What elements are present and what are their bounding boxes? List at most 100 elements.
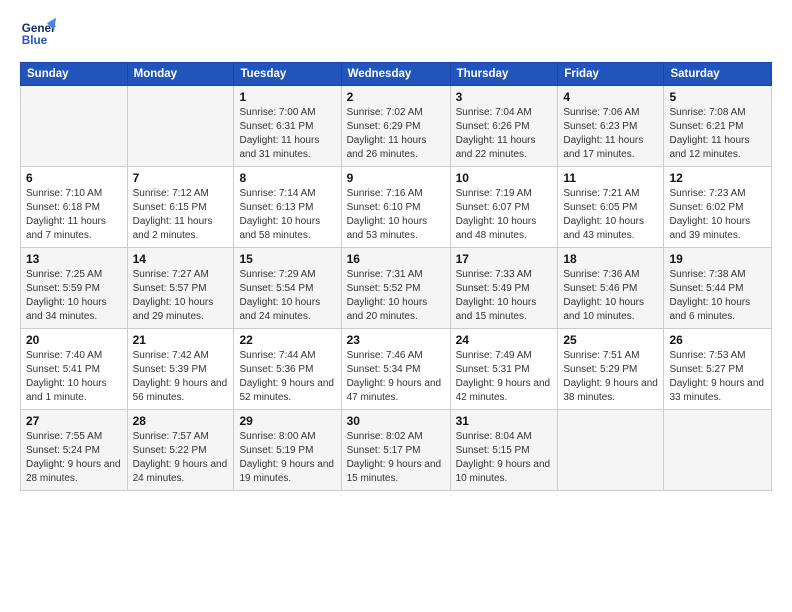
day-number: 11 [563, 171, 658, 185]
calendar-cell [21, 86, 128, 167]
week-row-1: 1 Sunrise: 7:00 AM Sunset: 6:31 PM Daylig… [21, 86, 772, 167]
day-info: Sunrise: 7:31 AM Sunset: 5:52 PM Dayligh… [347, 268, 445, 324]
day-info: Sunrise: 7:19 AM Sunset: 6:07 PM Dayligh… [456, 187, 553, 243]
logo-icon: General Blue [20, 16, 56, 52]
day-info: Sunrise: 7:04 AM Sunset: 6:26 PM Dayligh… [456, 106, 553, 162]
week-row-2: 6 Sunrise: 7:10 AM Sunset: 6:18 PM Daylig… [21, 167, 772, 248]
calendar-cell: 28 Sunrise: 7:57 AM Sunset: 5:22 PM Dayli… [127, 410, 234, 491]
week-row-5: 27Sunrise: 7:55 AM Sunset: 5:24 PM Dayli… [21, 410, 772, 491]
calendar-cell: 21 Sunrise: 7:42 AM Sunset: 5:39 PM Dayli… [127, 329, 234, 410]
day-number: 9 [347, 171, 445, 185]
day-number: 29 [239, 414, 335, 428]
day-number: 10 [456, 171, 553, 185]
day-info: Sunrise: 7:25 AM Sunset: 5:59 PM Dayligh… [26, 268, 122, 324]
day-info: Sunrise: 7:36 AM Sunset: 5:46 PM Dayligh… [563, 268, 658, 324]
calendar-cell: 22Sunrise: 7:44 AM Sunset: 5:36 PM Dayli… [234, 329, 341, 410]
day-info: Sunrise: 8:00 AM Sunset: 5:19 PM Dayligh… [239, 430, 335, 486]
calendar-cell: 15 Sunrise: 7:29 AM Sunset: 5:54 PM Dayli… [234, 248, 341, 329]
day-info: Sunrise: 7:42 AM Sunset: 5:39 PM Dayligh… [133, 349, 229, 405]
svg-text:Blue: Blue [22, 34, 48, 47]
calendar-cell: 13 Sunrise: 7:25 AM Sunset: 5:59 PM Dayli… [21, 248, 128, 329]
day-number: 30 [347, 414, 445, 428]
calendar-cell: 8Sunrise: 7:14 AM Sunset: 6:13 PM Daylig… [234, 167, 341, 248]
calendar-cell: 29 Sunrise: 8:00 AM Sunset: 5:19 PM Dayli… [234, 410, 341, 491]
day-number: 31 [456, 414, 553, 428]
header-friday: Friday [558, 63, 664, 86]
day-number: 21 [133, 333, 229, 347]
calendar-cell: 6 Sunrise: 7:10 AM Sunset: 6:18 PM Daylig… [21, 167, 128, 248]
day-info: Sunrise: 7:16 AM Sunset: 6:10 PM Dayligh… [347, 187, 445, 243]
header: General Blue [20, 16, 772, 52]
day-number: 1 [239, 90, 335, 104]
calendar-cell: 5Sunrise: 7:08 AM Sunset: 6:21 PM Daylig… [664, 86, 772, 167]
day-info: Sunrise: 7:12 AM Sunset: 6:15 PM Dayligh… [133, 187, 229, 243]
calendar-cell: 20 Sunrise: 7:40 AM Sunset: 5:41 PM Dayli… [21, 329, 128, 410]
day-info: Sunrise: 7:10 AM Sunset: 6:18 PM Dayligh… [26, 187, 122, 243]
calendar-cell: 16 Sunrise: 7:31 AM Sunset: 5:52 PM Dayli… [341, 248, 450, 329]
calendar-cell: 7 Sunrise: 7:12 AM Sunset: 6:15 PM Daylig… [127, 167, 234, 248]
calendar-cell: 2Sunrise: 7:02 AM Sunset: 6:29 PM Daylig… [341, 86, 450, 167]
calendar-cell: 24 Sunrise: 7:49 AM Sunset: 5:31 PM Dayli… [450, 329, 558, 410]
day-number: 2 [347, 90, 445, 104]
calendar-cell: 18Sunrise: 7:36 AM Sunset: 5:46 PM Dayli… [558, 248, 664, 329]
day-number: 4 [563, 90, 658, 104]
day-number: 26 [669, 333, 766, 347]
header-wednesday: Wednesday [341, 63, 450, 86]
calendar-cell [664, 410, 772, 491]
day-number: 6 [26, 171, 122, 185]
day-info: Sunrise: 7:51 AM Sunset: 5:29 PM Dayligh… [563, 349, 658, 405]
calendar-cell [127, 86, 234, 167]
header-sunday: Sunday [21, 63, 128, 86]
calendar-cell: 19 Sunrise: 7:38 AM Sunset: 5:44 PM Dayli… [664, 248, 772, 329]
day-number: 20 [26, 333, 122, 347]
day-info: Sunrise: 7:29 AM Sunset: 5:54 PM Dayligh… [239, 268, 335, 324]
calendar-cell: 17 Sunrise: 7:33 AM Sunset: 5:49 PM Dayli… [450, 248, 558, 329]
calendar-cell: 10 Sunrise: 7:19 AM Sunset: 6:07 PM Dayli… [450, 167, 558, 248]
calendar-table: SundayMondayTuesdayWednesdayThursdayFrid… [20, 62, 772, 491]
calendar-cell: 26 Sunrise: 7:53 AM Sunset: 5:27 PM Dayli… [664, 329, 772, 410]
day-info: Sunrise: 7:46 AM Sunset: 5:34 PM Dayligh… [347, 349, 445, 405]
day-number: 19 [669, 252, 766, 266]
calendar-cell: 1 Sunrise: 7:00 AM Sunset: 6:31 PM Daylig… [234, 86, 341, 167]
day-info: Sunrise: 7:33 AM Sunset: 5:49 PM Dayligh… [456, 268, 553, 324]
day-info: Sunrise: 7:23 AM Sunset: 6:02 PM Dayligh… [669, 187, 766, 243]
calendar-cell: 30 Sunrise: 8:02 AM Sunset: 5:17 PM Dayli… [341, 410, 450, 491]
calendar-cell: 9 Sunrise: 7:16 AM Sunset: 6:10 PM Daylig… [341, 167, 450, 248]
day-number: 25 [563, 333, 658, 347]
day-number: 27 [26, 414, 122, 428]
day-number: 23 [347, 333, 445, 347]
page: General Blue SundayMondayTuesdayWednesda… [0, 0, 792, 612]
day-number: 24 [456, 333, 553, 347]
calendar-cell: 27Sunrise: 7:55 AM Sunset: 5:24 PM Dayli… [21, 410, 128, 491]
day-info: Sunrise: 7:21 AM Sunset: 6:05 PM Dayligh… [563, 187, 658, 243]
day-number: 12 [669, 171, 766, 185]
week-row-3: 13 Sunrise: 7:25 AM Sunset: 5:59 PM Dayli… [21, 248, 772, 329]
day-info: Sunrise: 8:02 AM Sunset: 5:17 PM Dayligh… [347, 430, 445, 486]
day-info: Sunrise: 7:49 AM Sunset: 5:31 PM Dayligh… [456, 349, 553, 405]
day-number: 28 [133, 414, 229, 428]
day-number: 15 [239, 252, 335, 266]
calendar-cell: 14Sunrise: 7:27 AM Sunset: 5:57 PM Dayli… [127, 248, 234, 329]
day-info: Sunrise: 8:04 AM Sunset: 5:15 PM Dayligh… [456, 430, 553, 486]
calendar-cell: 4Sunrise: 7:06 AM Sunset: 6:23 PM Daylig… [558, 86, 664, 167]
day-number: 13 [26, 252, 122, 266]
day-info: Sunrise: 7:40 AM Sunset: 5:41 PM Dayligh… [26, 349, 122, 405]
calendar-cell: 11 Sunrise: 7:21 AM Sunset: 6:05 PM Dayli… [558, 167, 664, 248]
day-info: Sunrise: 7:27 AM Sunset: 5:57 PM Dayligh… [133, 268, 229, 324]
calendar-cell: 31 Sunrise: 8:04 AM Sunset: 5:15 PM Dayli… [450, 410, 558, 491]
calendar-cell: 25 Sunrise: 7:51 AM Sunset: 5:29 PM Dayli… [558, 329, 664, 410]
calendar-cell [558, 410, 664, 491]
header-tuesday: Tuesday [234, 63, 341, 86]
day-number: 7 [133, 171, 229, 185]
day-number: 17 [456, 252, 553, 266]
day-info: Sunrise: 7:57 AM Sunset: 5:22 PM Dayligh… [133, 430, 229, 486]
day-info: Sunrise: 7:53 AM Sunset: 5:27 PM Dayligh… [669, 349, 766, 405]
week-row-4: 20 Sunrise: 7:40 AM Sunset: 5:41 PM Dayli… [21, 329, 772, 410]
calendar-header-row: SundayMondayTuesdayWednesdayThursdayFrid… [21, 63, 772, 86]
day-info: Sunrise: 7:14 AM Sunset: 6:13 PM Dayligh… [239, 187, 335, 243]
day-info: Sunrise: 7:00 AM Sunset: 6:31 PM Dayligh… [239, 106, 335, 162]
calendar-cell: 3Sunrise: 7:04 AM Sunset: 6:26 PM Daylig… [450, 86, 558, 167]
day-info: Sunrise: 7:38 AM Sunset: 5:44 PM Dayligh… [669, 268, 766, 324]
header-saturday: Saturday [664, 63, 772, 86]
day-number: 16 [347, 252, 445, 266]
